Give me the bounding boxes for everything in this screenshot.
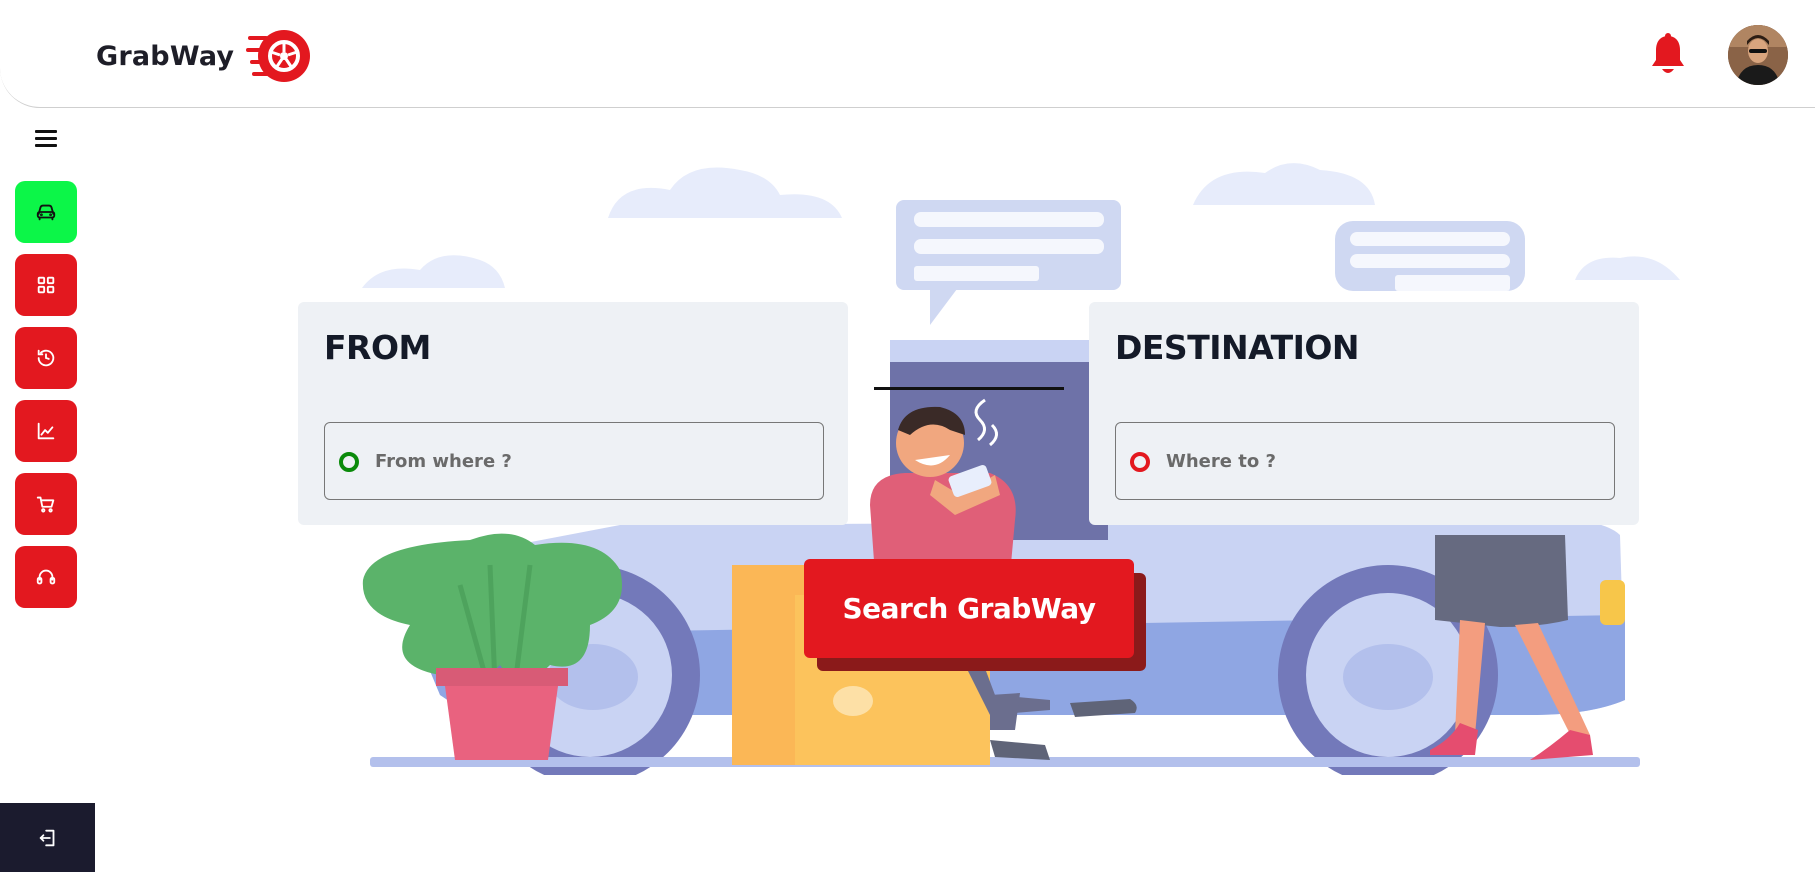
car-icon [36, 204, 56, 221]
sidebar-item-cart[interactable] [15, 473, 77, 535]
chart-line-icon [37, 422, 55, 440]
hamburger-line [35, 144, 57, 147]
logout-button[interactable] [0, 803, 95, 872]
top-header: GrabWay [0, 0, 1815, 108]
from-title: FROM [324, 328, 431, 367]
sidebar-item-history[interactable] [15, 327, 77, 389]
sidebar-item-dashboard[interactable] [15, 254, 77, 316]
sidebar-item-analytics[interactable] [15, 400, 77, 462]
cart-icon [36, 496, 55, 513]
destination-title: DESTINATION [1115, 328, 1360, 367]
bell-icon[interactable] [1650, 33, 1686, 75]
destination-marker-icon [1130, 452, 1150, 472]
sidebar [15, 181, 77, 619]
logout-icon [39, 829, 54, 846]
destination-field[interactable] [1115, 422, 1615, 500]
search-button[interactable]: Search GrabWay [804, 559, 1134, 658]
destination-input[interactable] [1166, 450, 1586, 472]
tire-logo-icon [246, 30, 311, 82]
hamburger-menu-icon[interactable] [35, 130, 57, 148]
sidebar-item-support[interactable] [15, 546, 77, 608]
from-input[interactable] [375, 450, 795, 472]
brand[interactable]: GrabWay [96, 28, 312, 84]
dashboard-grid-icon [37, 276, 55, 294]
destination-card: DESTINATION [1089, 302, 1639, 525]
divider-line [874, 387, 1064, 390]
avatar-image [1728, 25, 1788, 85]
from-card: FROM [298, 302, 848, 525]
from-field[interactable] [324, 422, 824, 500]
hamburger-line [35, 137, 57, 140]
history-icon [37, 349, 55, 367]
origin-marker-icon [339, 452, 359, 472]
headset-support-icon [36, 569, 56, 585]
hamburger-line [35, 130, 57, 133]
sidebar-item-rides[interactable] [15, 181, 77, 243]
user-avatar[interactable] [1728, 25, 1788, 85]
brand-name: GrabWay [96, 40, 235, 72]
